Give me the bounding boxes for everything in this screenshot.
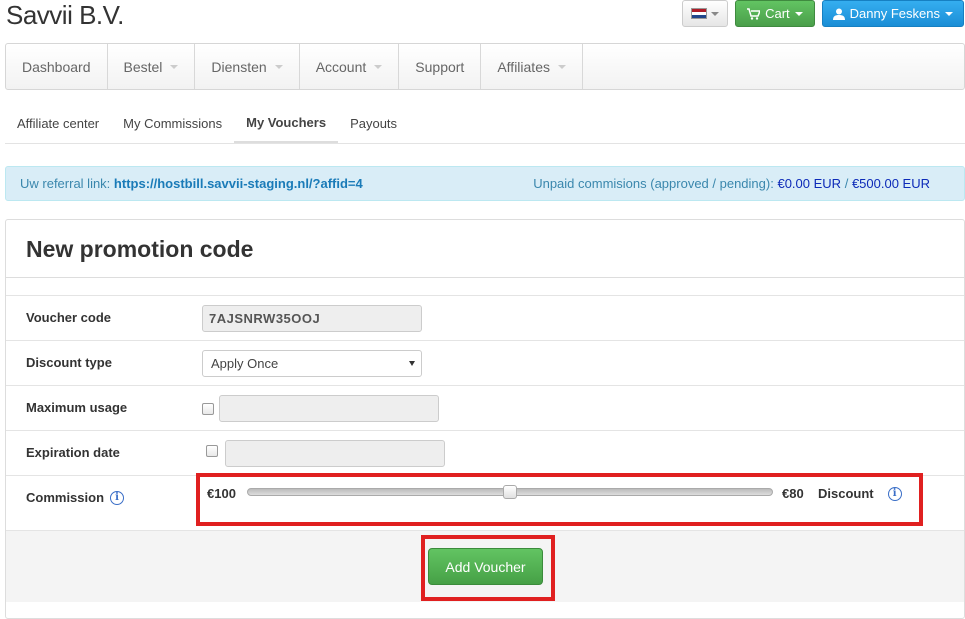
referral-alert: Uw referral link: https://hostbill.savvi… <box>5 166 965 201</box>
chevron-down-icon <box>558 64 566 69</box>
voucher-code-row: Voucher code 7AJSNRW35OOJ <box>6 295 964 340</box>
tab-my-vouchers[interactable]: My Vouchers <box>234 104 339 143</box>
voucher-code-label: Voucher code <box>26 310 112 325</box>
discount-type-row: Discount type Apply Once <box>6 340 964 385</box>
button-highlight-box <box>421 535 555 601</box>
nav-support[interactable]: Support <box>399 44 482 89</box>
discount-type-value: Apply Once <box>211 356 279 371</box>
chevron-down-icon <box>274 64 283 69</box>
nav-label: Account <box>315 58 367 75</box>
expiration-date-label: Expiration date <box>26 445 120 460</box>
nav-affiliates[interactable]: Affiliates <box>481 44 583 89</box>
nav-label: Dashboard <box>22 58 91 75</box>
chevron-down-icon <box>374 64 383 69</box>
tab-payouts[interactable]: Payouts <box>338 104 409 143</box>
commission-info-icon[interactable]: i <box>110 490 125 505</box>
maximum-usage-input[interactable] <box>219 395 439 422</box>
expiration-date-checkbox[interactable] <box>206 445 218 457</box>
referral-info: Uw referral link: https://hostbill.savvi… <box>20 176 363 191</box>
voucher-code-input[interactable]: 7AJSNRW35OOJ <box>202 305 422 332</box>
discount-type-select[interactable]: Apply Once <box>202 350 422 377</box>
unpaid-prefix: Unpaid commisions (approved / pending): <box>533 176 774 191</box>
nav-label: Bestel <box>123 58 163 75</box>
tab-my-commissions[interactable]: My Commissions <box>111 104 234 143</box>
maximum-usage-row: Maximum usage <box>6 385 964 430</box>
header-buttons: Cart Danny Feskens <box>682 0 964 27</box>
chevron-down-icon <box>794 11 803 16</box>
nav-label: Affiliates <box>497 58 550 75</box>
approved-amount[interactable]: €0.00 EUR <box>777 176 841 191</box>
nav-dashboard[interactable]: Dashboard <box>6 44 108 89</box>
cart-icon <box>747 7 761 20</box>
pending-amount[interactable]: €500.00 EUR <box>852 176 930 191</box>
tab-affiliate-center[interactable]: Affiliate center <box>5 104 111 143</box>
commission-label-wrap: Commission i <box>26 490 125 505</box>
chevron-down-icon <box>945 11 953 16</box>
chevron-down-icon <box>170 64 179 69</box>
nav-diensten[interactable]: Diensten <box>195 44 300 89</box>
expiration-date-input[interactable] <box>225 440 445 467</box>
maximum-usage-checkbox[interactable] <box>202 403 214 415</box>
referral-link[interactable]: https://hostbill.savvii-staging.nl/?affi… <box>114 176 363 191</box>
expiration-date-row: Expiration date <box>6 430 964 475</box>
discount-type-label: Discount type <box>26 355 112 370</box>
user-icon <box>832 8 845 20</box>
referral-prefix: Uw referral link: <box>20 176 111 191</box>
cart-label: Cart <box>765 6 790 21</box>
nav-account[interactable]: Account <box>300 44 400 89</box>
nav-label: Diensten <box>211 58 267 75</box>
user-menu-button[interactable]: Danny Feskens <box>821 0 964 27</box>
nav-label: Support <box>415 58 465 75</box>
maximum-usage-label: Maximum usage <box>26 400 128 415</box>
panel-title: New promotion code <box>6 220 964 278</box>
dropdown-arrow-icon <box>409 361 415 366</box>
cart-button[interactable]: Cart <box>735 0 815 27</box>
nav-bestel[interactable]: Bestel <box>108 44 196 89</box>
amount-separator: / <box>844 176 849 191</box>
affiliate-subnav: Affiliate center My Commissions My Vouch… <box>5 104 965 144</box>
slider-highlight-box <box>196 473 923 526</box>
user-name: Danny Feskens <box>849 6 940 21</box>
chevron-down-icon <box>711 11 720 16</box>
brand-title: Savvii B.V. <box>6 0 124 30</box>
netherlands-flag-icon <box>691 8 708 19</box>
language-selector[interactable] <box>682 0 729 27</box>
main-navigation: Dashboard Bestel Diensten Account Suppor… <box>5 43 965 90</box>
unpaid-commissions: Unpaid commisions (approved / pending): … <box>533 176 930 191</box>
commission-label: Commission <box>26 490 105 505</box>
